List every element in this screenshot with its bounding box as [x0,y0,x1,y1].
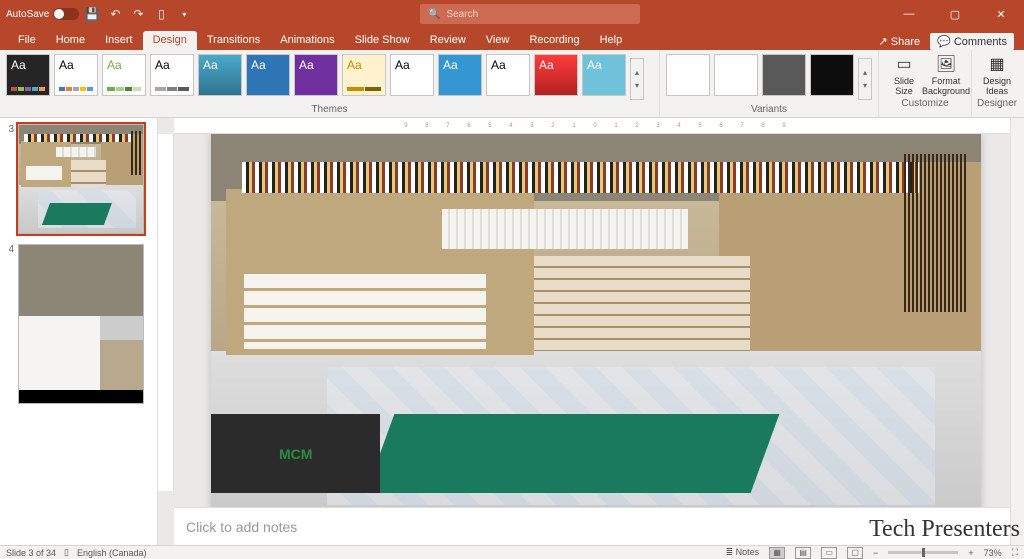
reading-view-button[interactable]: ▭ [821,547,837,559]
theme-tile[interactable]: Aa [534,54,578,96]
theme-tile[interactable]: Aa [486,54,530,96]
tab-help[interactable]: Help [590,31,633,50]
variant-tile[interactable] [666,54,710,96]
tab-transitions[interactable]: Transitions [197,31,270,50]
chevron-down-icon: ▾ [863,81,867,90]
vertical-scrollbar[interactable] [1010,118,1024,545]
variants-group-label: Variants [660,104,878,116]
slide-indicator[interactable]: Slide 3 of 34 [6,548,56,558]
variants-expand-button[interactable]: ▴▾ [858,58,872,100]
zoom-out-button[interactable]: − [873,548,878,558]
redo-icon[interactable]: ↷ [128,4,148,24]
share-button[interactable]: ↗Share [879,35,921,48]
variant-tile[interactable] [810,54,854,96]
variants-group: ▴▾ Variants [660,50,879,117]
slide-size-button[interactable]: ▭ Slide Size [883,52,925,98]
format-background-icon: 🖼 [936,54,956,74]
save-icon[interactable]: 💾 [82,4,102,24]
chevron-down-icon: ▾ [635,81,639,90]
search-placeholder: Search [446,9,478,20]
chevron-up-icon: ▴ [635,68,639,77]
status-bar: Slide 3 of 34 ▯ English (Canada) ≣ Notes… [0,545,1024,559]
tab-file[interactable]: File [8,31,46,50]
theme-tile[interactable]: Aa [6,54,50,96]
watermark: Tech Presenters [869,516,1020,543]
design-ideas-icon: ▦ [987,54,1007,74]
editor-area: 9 8 7 6 5 4 3 2 1 0 1 2 3 4 5 6 7 8 9 [158,118,1024,545]
workspace: 3 4 9 8 7 6 5 4 3 2 1 0 1 2 3 4 5 6 7 8 … [0,118,1024,545]
quick-access-toolbar: AutoSave 💾 ↶ ↷ ▯ ▾ [0,4,194,24]
comments-button[interactable]: 💬Comments [930,33,1014,50]
slide-thumb-3[interactable]: 3 [4,124,153,234]
normal-view-button[interactable]: ▦ [769,547,785,559]
tab-animations[interactable]: Animations [270,31,344,50]
title-bar: AutoSave 💾 ↶ ↷ ▯ ▾ HobbyZoneSetup.pptx 🔍… [0,0,1024,28]
notes-placeholder: Click to add notes [186,519,297,535]
slide-thumb-4[interactable]: 4 [4,244,153,404]
theme-tile[interactable]: Aa [246,54,290,96]
theme-tile[interactable]: Aa [54,54,98,96]
autosave-toggle[interactable]: AutoSave [6,8,79,20]
horizontal-ruler: 9 8 7 6 5 4 3 2 1 0 1 2 3 4 5 6 7 8 9 [174,118,1024,134]
theme-tile[interactable]: Aa [294,54,338,96]
switch-off-icon [53,8,79,20]
autosave-label: AutoSave [6,9,49,20]
zoom-in-button[interactable]: + [968,548,973,558]
vertical-ruler [158,134,174,491]
themes-group: Aa Aa Aa Aa Aa Aa Aa Aa Aa Aa Aa Aa Aa ▴… [0,50,660,117]
tab-review[interactable]: Review [420,31,476,50]
tab-home[interactable]: Home [46,31,95,50]
tab-design[interactable]: Design [143,31,197,50]
format-background-button[interactable]: 🖼 Format Background [925,52,967,98]
zoom-level[interactable]: 73% [984,548,1002,558]
variant-tile[interactable] [762,54,806,96]
tab-slideshow[interactable]: Slide Show [345,31,420,50]
undo-icon[interactable]: ↶ [105,4,125,24]
fit-to-window-button[interactable]: ⛶ [1012,547,1018,558]
slide-size-icon: ▭ [894,54,914,74]
slideshow-start-icon[interactable]: ▯ [151,4,171,24]
minimize-button[interactable]: — [888,0,930,28]
customize-group: ▭ Slide Size 🖼 Format Background Customi… [879,50,972,117]
themes-group-label: Themes [0,104,659,116]
tab-insert[interactable]: Insert [95,31,143,50]
tab-view[interactable]: View [476,31,520,50]
maximize-button[interactable]: ▢ [934,0,976,28]
slide-canvas[interactable]: MCM [211,134,981,507]
theme-tile[interactable]: Aa [390,54,434,96]
search-icon: 🔍 [428,9,440,20]
search-box[interactable]: 🔍 Search [420,4,640,24]
thumbnail-image [18,124,144,234]
themes-expand-button[interactable]: ▴▾ [630,58,644,100]
ribbon: Aa Aa Aa Aa Aa Aa Aa Aa Aa Aa Aa Aa Aa ▴… [0,50,1024,118]
theme-tile[interactable]: Aa [582,54,626,96]
ribbon-tabs: File Home Insert Design Transitions Anim… [0,28,1024,50]
share-icon: ↗ [879,35,888,48]
theme-tile[interactable]: Aa [102,54,146,96]
designer-group: ▦ Design Ideas Designer [972,50,1022,117]
slideshow-view-button[interactable]: ▢ [847,547,863,559]
theme-tile[interactable]: Aa [342,54,386,96]
notes-toggle[interactable]: ≣ Notes [726,547,760,558]
chevron-up-icon: ▴ [863,68,867,77]
tab-recording[interactable]: Recording [519,31,589,50]
theme-tile[interactable]: Aa [198,54,242,96]
theme-tile[interactable]: Aa [438,54,482,96]
sorter-view-button[interactable]: ▤ [795,547,811,559]
slide-panel[interactable]: 3 4 [0,118,158,545]
comments-icon: 💬 [937,35,951,48]
mcm-logo: MCM [211,414,380,493]
theme-tile[interactable]: Aa [150,54,194,96]
close-button[interactable]: ✕ [980,0,1022,28]
zoom-slider[interactable] [888,551,958,554]
language-indicator[interactable]: English (Canada) [77,548,147,558]
qat-more-icon[interactable]: ▾ [174,4,194,24]
thumbnail-image [18,244,144,404]
variant-tile[interactable] [714,54,758,96]
design-ideas-button[interactable]: ▦ Design Ideas [976,52,1018,98]
